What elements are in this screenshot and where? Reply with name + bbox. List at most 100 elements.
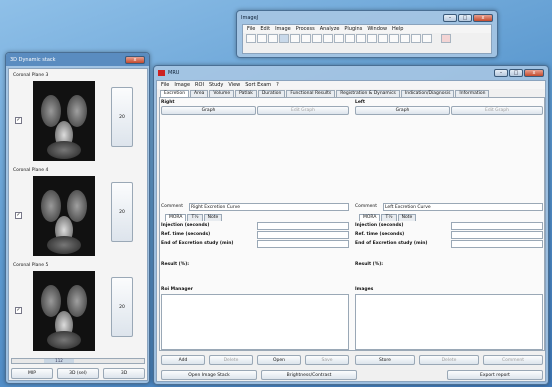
- left-edit-graph-button[interactable]: Edit Graph: [451, 106, 543, 115]
- imagej-menu-edit[interactable]: Edit: [260, 26, 270, 32]
- right-edit-graph-button[interactable]: Edit Graph: [257, 106, 349, 115]
- right-graph-button[interactable]: Graph: [161, 106, 256, 115]
- right-field-input[interactable]: [257, 231, 349, 239]
- right-subtab-0[interactable]: MORA: [165, 214, 187, 221]
- left-subtab-2[interactable]: Note: [397, 214, 417, 221]
- left-field-input[interactable]: [451, 240, 543, 248]
- plane-checkbox[interactable]: ✓: [15, 117, 22, 124]
- plane-checkbox[interactable]: ✓: [15, 212, 22, 219]
- dropper-tool-icon[interactable]: [367, 34, 377, 43]
- 3d-sel-button[interactable]: 3D (sel): [57, 368, 99, 379]
- tab-excretion[interactable]: Excretion: [160, 90, 190, 97]
- tab-volume[interactable]: Volume: [209, 90, 235, 97]
- imagej-menu-process[interactable]: Process: [296, 26, 315, 32]
- right-subtabs: MORA T½ Note: [165, 214, 223, 221]
- imagej-menu-image[interactable]: Image: [275, 26, 291, 32]
- roi-open-button[interactable]: Open: [257, 355, 301, 365]
- plane-frame-button[interactable]: 20: [111, 87, 133, 147]
- imagej-toolbar: [243, 33, 491, 44]
- wand-tool-icon[interactable]: [323, 34, 333, 43]
- mru-menu-view[interactable]: View: [228, 82, 240, 88]
- stack-scrollbar[interactable]: 112: [11, 358, 145, 364]
- roi-save-button[interactable]: Save: [305, 355, 349, 365]
- close-icon[interactable]: x: [473, 13, 493, 22]
- image-comment-button[interactable]: Comment: [483, 355, 543, 365]
- mru-menu-roi[interactable]: ROI: [195, 82, 204, 88]
- mri-image[interactable]: [33, 271, 95, 351]
- export-report-button[interactable]: Export report: [447, 370, 543, 380]
- imagej-menu-file[interactable]: File: [247, 26, 255, 32]
- rectangle-tool-icon[interactable]: [246, 34, 256, 43]
- mru-menu-file[interactable]: File: [161, 82, 169, 88]
- tab-indication-diagnosis[interactable]: Indication/Diagnosis: [400, 90, 455, 97]
- roi-manager-title: Roi Manager: [161, 287, 193, 292]
- roi-manager-list[interactable]: [161, 294, 349, 350]
- oval-tool-icon[interactable]: [257, 34, 267, 43]
- close-icon[interactable]: x: [125, 55, 145, 64]
- right-field-input[interactable]: [257, 240, 349, 248]
- open-image-stack-button[interactable]: Open Image Stack: [161, 370, 257, 380]
- stack-tool-icon[interactable]: [389, 34, 399, 43]
- imagej-menu-plugins[interactable]: Plugins: [344, 26, 362, 32]
- point-tool-icon[interactable]: [312, 34, 322, 43]
- mru-window: MRU – □ x File Image ROI Study View Sort Exam…: [153, 65, 549, 385]
- hand-tool-icon[interactable]: [356, 34, 366, 43]
- imagej-menu-window[interactable]: Window: [367, 26, 387, 32]
- minimize-icon[interactable]: –: [443, 13, 457, 22]
- lut-tool-icon[interactable]: [378, 34, 388, 43]
- left-subtab-0[interactable]: MORA: [359, 214, 381, 221]
- brush-tool-icon[interactable]: [400, 34, 410, 43]
- mri-image[interactable]: [33, 81, 95, 161]
- mru-menu-study[interactable]: Study: [209, 82, 223, 88]
- mru-menu-image[interactable]: Image: [174, 82, 190, 88]
- tab-information[interactable]: Information: [455, 90, 490, 97]
- right-subtab-2[interactable]: Note: [203, 214, 223, 221]
- zoom-tool-icon[interactable]: [345, 34, 355, 43]
- maximize-icon[interactable]: □: [509, 68, 523, 77]
- close-icon[interactable]: x: [524, 68, 544, 77]
- image-store-button[interactable]: Store: [355, 355, 415, 365]
- left-field-input[interactable]: [451, 231, 543, 239]
- image-delete-button[interactable]: Delete: [419, 355, 479, 365]
- maximize-icon[interactable]: □: [458, 13, 472, 22]
- extra-tool-icon[interactable]: [422, 34, 432, 43]
- stack-window: 3D Dynamic stack x Coronal Plane 3 ✓ 20 Cor…: [5, 52, 150, 384]
- tab-duration[interactable]: Duration: [257, 90, 286, 97]
- tab-patlak[interactable]: Patlak: [235, 90, 257, 97]
- polygon-tool-icon[interactable]: [268, 34, 278, 43]
- imagej-menu-help[interactable]: Help: [392, 26, 403, 32]
- right-subtab-1[interactable]: T½: [187, 214, 203, 221]
- mip-button[interactable]: MIP: [11, 368, 53, 379]
- right-comment-field[interactable]: Right Excretion Curve: [189, 203, 349, 211]
- left-subtab-1[interactable]: T½: [381, 214, 397, 221]
- 3d-button[interactable]: 3D: [103, 368, 145, 379]
- text-tool-icon[interactable]: [334, 34, 344, 43]
- mri-image[interactable]: [33, 176, 95, 256]
- imagej-menubar: File Edit Image Process Analyze Plugins Window…: [243, 25, 491, 33]
- tab-area[interactable]: Area: [190, 90, 209, 97]
- tab-registration-dynamics[interactable]: Registration & Dynamics: [336, 90, 400, 97]
- line-tool-icon[interactable]: [290, 34, 300, 43]
- minimize-icon[interactable]: –: [494, 68, 508, 77]
- angle-tool-icon[interactable]: [301, 34, 311, 43]
- mru-tabbar: Excretion Area Volume Patlak Duration Functio…: [160, 90, 490, 97]
- right-field-input[interactable]: [257, 222, 349, 230]
- plane-frame-button[interactable]: 20: [111, 182, 133, 242]
- scrollbar-thumb[interactable]: 112: [44, 359, 74, 363]
- freehand-tool-icon[interactable]: [279, 34, 289, 43]
- plane-frame-button[interactable]: 20: [111, 277, 133, 337]
- roi-delete-button[interactable]: Delete: [209, 355, 253, 365]
- images-list[interactable]: [355, 294, 543, 350]
- imagej-menu-analyze[interactable]: Analyze: [320, 26, 340, 32]
- tab-functional-results[interactable]: Functional Results: [286, 90, 336, 97]
- left-comment-field[interactable]: Left Excretion Curve: [383, 203, 543, 211]
- left-field-input[interactable]: [451, 222, 543, 230]
- brightness-contrast-button[interactable]: Brightness/Contrast: [261, 370, 357, 380]
- arrow-tool-icon[interactable]: [411, 34, 421, 43]
- mru-menu-[interactable]: ?: [276, 82, 279, 88]
- plane-checkbox[interactable]: ✓: [15, 307, 22, 314]
- options-tool-icon[interactable]: [441, 34, 451, 43]
- left-graph-button[interactable]: Graph: [355, 106, 450, 115]
- mru-menu-sortexam[interactable]: Sort Exam: [245, 82, 271, 88]
- roi-add-button[interactable]: Add: [161, 355, 205, 365]
